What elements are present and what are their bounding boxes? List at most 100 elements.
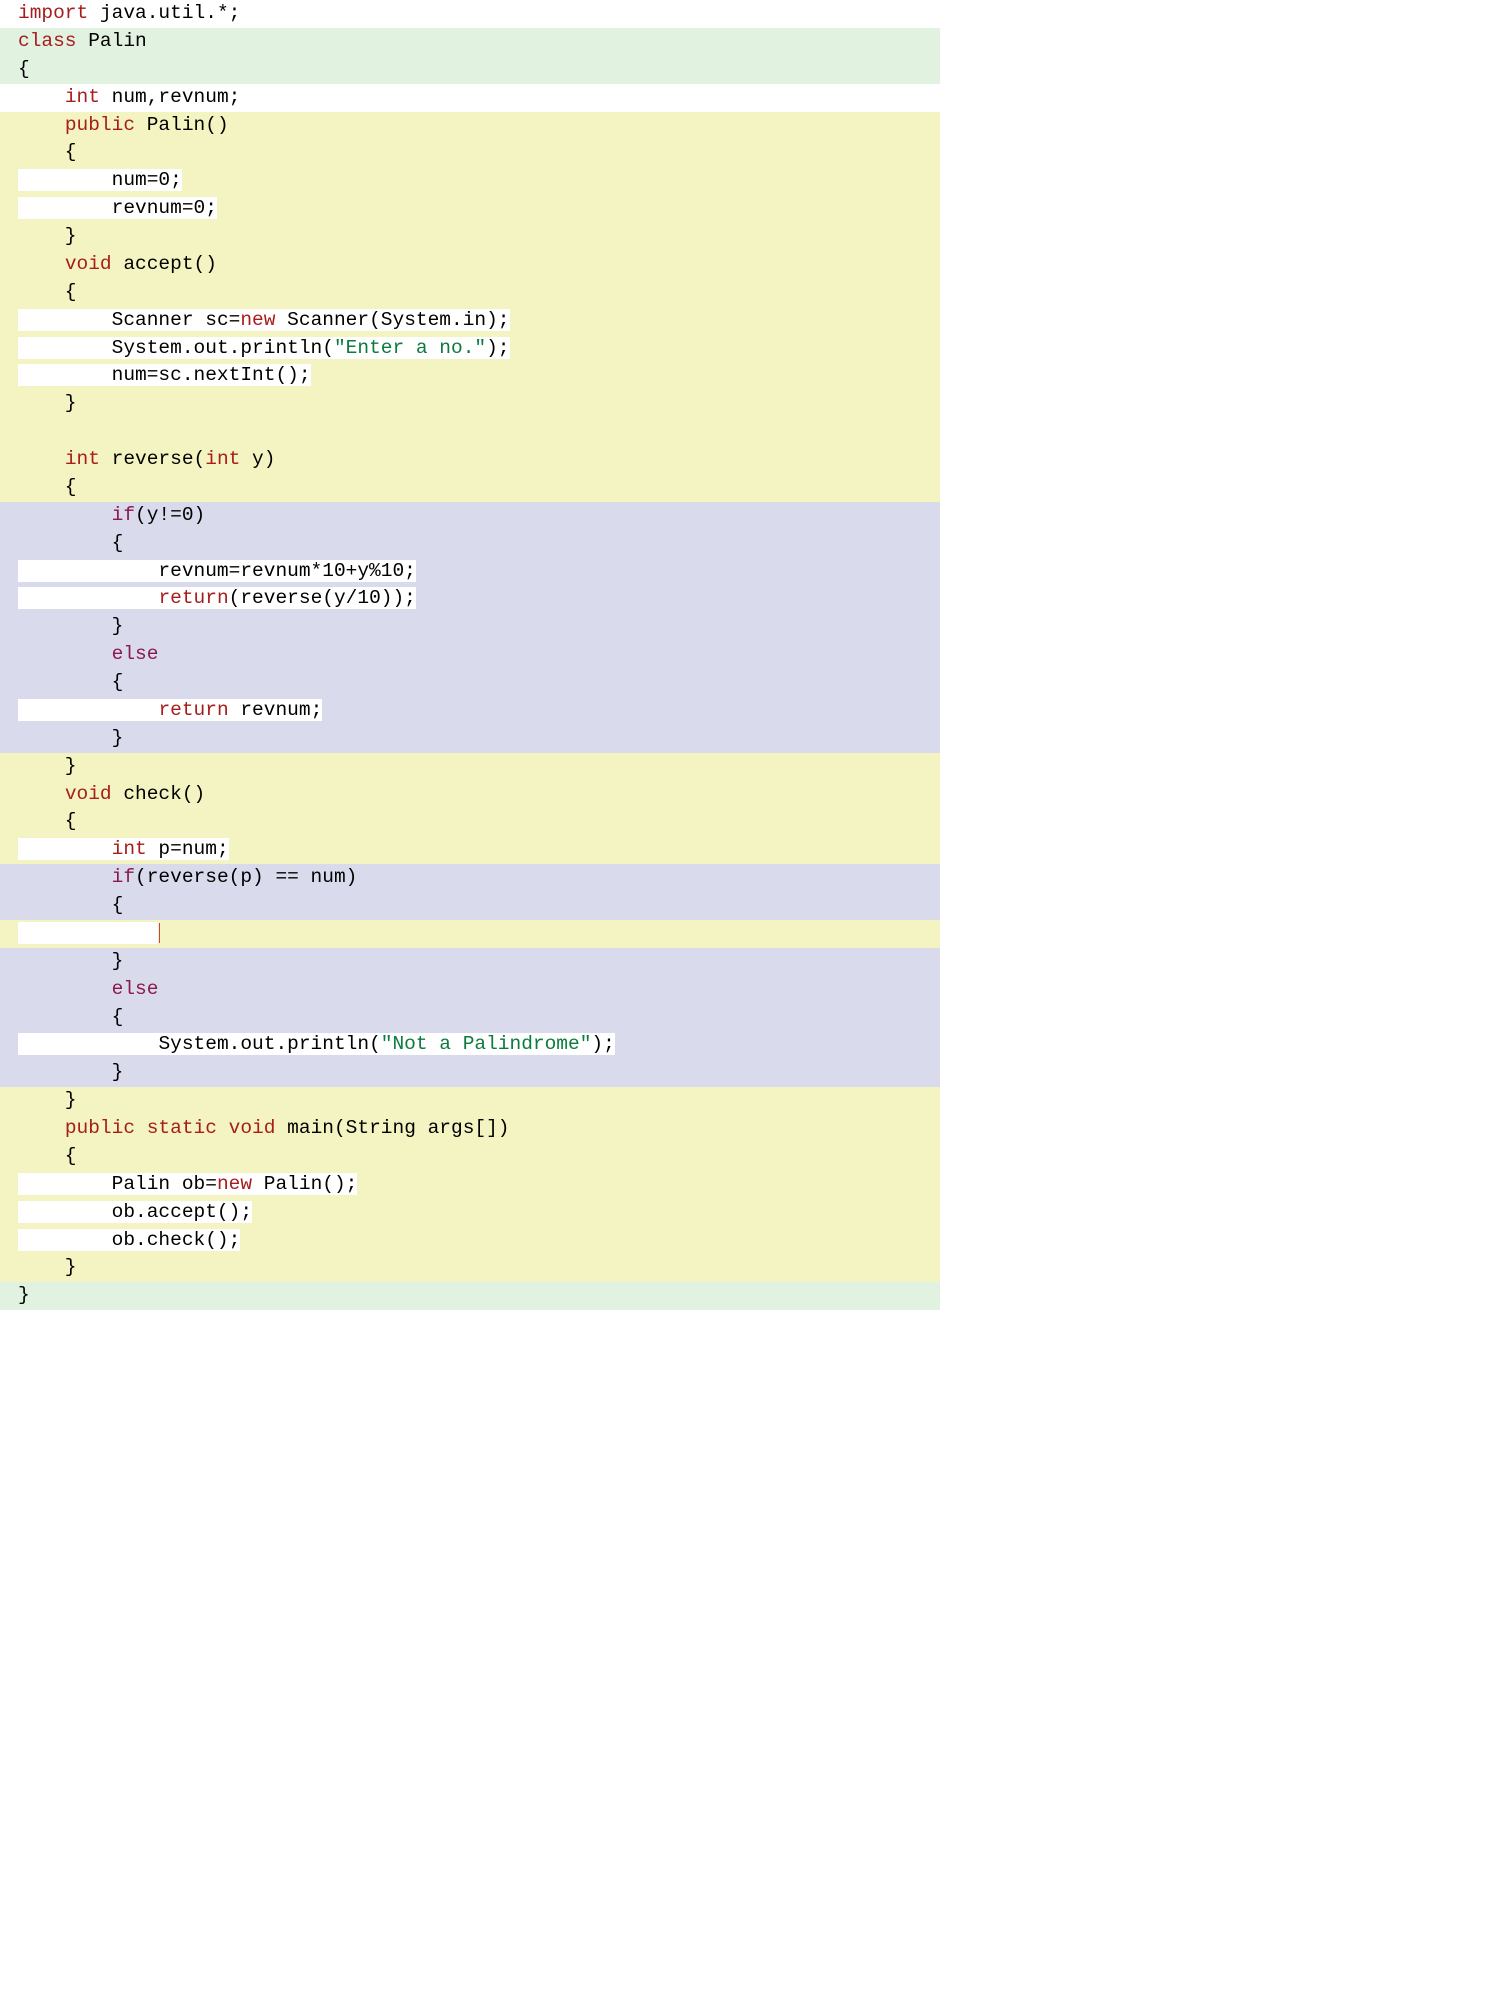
code-text: { [18,281,77,303]
code-line: System.out.println("Not a Palindrome"); [0,1031,940,1059]
code-line: if(y!=0) [0,502,940,530]
code-text: (reverse(y/10)); [229,587,416,609]
keyword-if: if [112,504,135,526]
keyword-static: static [147,1117,217,1139]
code-text: System.out.println( [158,1033,380,1055]
code-text: Palin ob= [112,1173,217,1195]
code-text: { [18,1145,77,1167]
keyword-int: int [112,838,147,860]
code-line: ob.check(); [0,1227,940,1255]
code-line: } [0,753,940,781]
code-text: Scanner sc= [112,309,241,331]
keyword-if: if [112,866,135,888]
string-literal: "Enter a no." [334,337,486,359]
code-line: ob.accept(); [0,1199,940,1227]
keyword-new: new [240,309,275,331]
code-line: num=0; [0,167,940,195]
code-text: Palin [77,30,147,52]
code-line: } [0,1282,940,1310]
keyword-return: return [158,699,228,721]
code-text: reverse( [100,448,205,470]
keyword-void: void [65,253,112,275]
keyword-return: return [158,587,228,609]
code-line: return(reverse(y/10)); [0,585,940,613]
code-text: } [18,727,123,749]
code-line: public static void main(String args[]) [0,1115,940,1143]
code-text: p=num; [147,838,229,860]
code-line: Palin ob=new Palin(); [0,1171,940,1199]
text-cursor [159,923,160,943]
code-line: } [0,390,940,418]
code-line: import java.util.*; [0,0,940,28]
keyword-int: int [65,448,100,470]
code-text: num=sc.nextInt(); [18,364,311,386]
keyword-import: import [18,2,88,24]
code-text: } [18,950,123,972]
keyword-int: int [65,86,100,108]
code-line: num=sc.nextInt(); [0,362,940,390]
code-line: revnum=0; [0,195,940,223]
code-line: System.out.println("Enter a no."); [0,335,940,363]
code-text: } [18,225,77,247]
code-line: int p=num; [0,836,940,864]
keyword-public: public [65,1117,135,1139]
code-line: } [0,948,940,976]
code-line: { [0,892,940,920]
code-text: { [18,810,77,832]
code-text: y) [240,448,275,470]
code-text: System.out.println( [112,337,334,359]
code-line: return revnum; [0,697,940,725]
code-text: ob.accept(); [18,1201,252,1223]
keyword-new: new [217,1173,252,1195]
code-text: { [18,141,77,163]
code-editor[interactable]: import java.util.*; class Palin { int nu… [0,0,940,1310]
code-line: } [0,1254,940,1282]
code-text: (y!=0) [135,504,205,526]
code-line: } [0,223,940,251]
code-line: { [0,474,940,502]
code-line: } [0,613,940,641]
code-line: int reverse(int y) [0,446,940,474]
keyword-int: int [205,448,240,470]
keyword-public: public [65,114,135,136]
code-text: ); [486,337,509,359]
code-line: else [0,976,940,1004]
code-text: num=0; [18,169,182,191]
keyword-else: else [112,978,159,1000]
code-text: Palin() [135,114,229,136]
code-line: } [0,1059,940,1087]
code-line: { [0,1004,940,1032]
code-text: { [18,1006,123,1028]
code-text: Scanner(System.in); [275,309,509,331]
code-text: num,revnum; [100,86,240,108]
code-line: { [0,56,940,84]
keyword-else: else [112,643,159,665]
code-text: main(String args[]) [275,1117,509,1139]
code-text [18,420,65,442]
code-text: revnum=revnum*10+y%10; [18,560,416,582]
code-text: } [18,755,77,777]
code-line: { [0,669,940,697]
code-text: { [18,532,123,554]
code-line: void accept() [0,251,940,279]
code-text: Palin(); [252,1173,357,1195]
code-line [0,920,940,948]
code-text: revnum; [229,699,323,721]
code-line: else [0,641,940,669]
code-text: } [18,392,77,414]
code-text: java.util.*; [88,2,240,24]
string-literal: "Not a Palindrome" [381,1033,592,1055]
code-line: if(reverse(p) == num) [0,864,940,892]
code-line: int num,revnum; [0,84,940,112]
code-text: } [18,1061,123,1083]
code-line: public Palin() [0,112,940,140]
code-line: Scanner sc=new Scanner(System.in); [0,307,940,335]
code-text: check() [112,783,206,805]
code-text: accept() [112,253,217,275]
code-text: } [18,1284,30,1306]
code-text: { [18,58,30,80]
code-line: } [0,725,940,753]
code-line: } [0,1087,940,1115]
keyword-void: void [65,783,112,805]
code-text: { [18,476,77,498]
